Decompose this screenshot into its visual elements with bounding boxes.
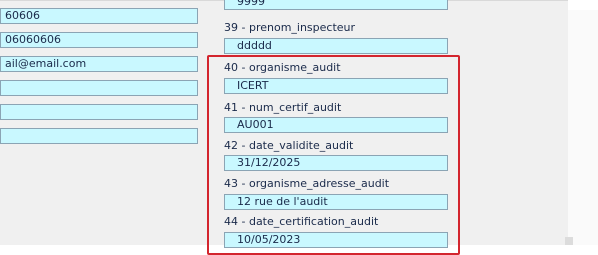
scroll-corner xyxy=(565,237,573,245)
form-panel: 60606 06060606 ail@email.com 9999 39 - p… xyxy=(0,0,568,255)
left-email-field[interactable]: ail@email.com xyxy=(0,56,198,72)
field-38-value[interactable]: 9999 xyxy=(224,0,448,10)
audit-fields-highlight xyxy=(207,55,460,255)
left-empty-field-3[interactable] xyxy=(0,128,198,144)
left-phone-field[interactable]: 60606 xyxy=(0,8,198,24)
field-39-label: 39 - prenom_inspecteur xyxy=(224,21,356,34)
field-39-value[interactable]: ddddd xyxy=(224,38,448,54)
left-empty-field-1[interactable] xyxy=(0,80,198,96)
left-mobile-field[interactable]: 06060606 xyxy=(0,32,198,48)
left-empty-field-2[interactable] xyxy=(0,104,198,120)
vertical-scrollbar[interactable] xyxy=(568,10,598,245)
